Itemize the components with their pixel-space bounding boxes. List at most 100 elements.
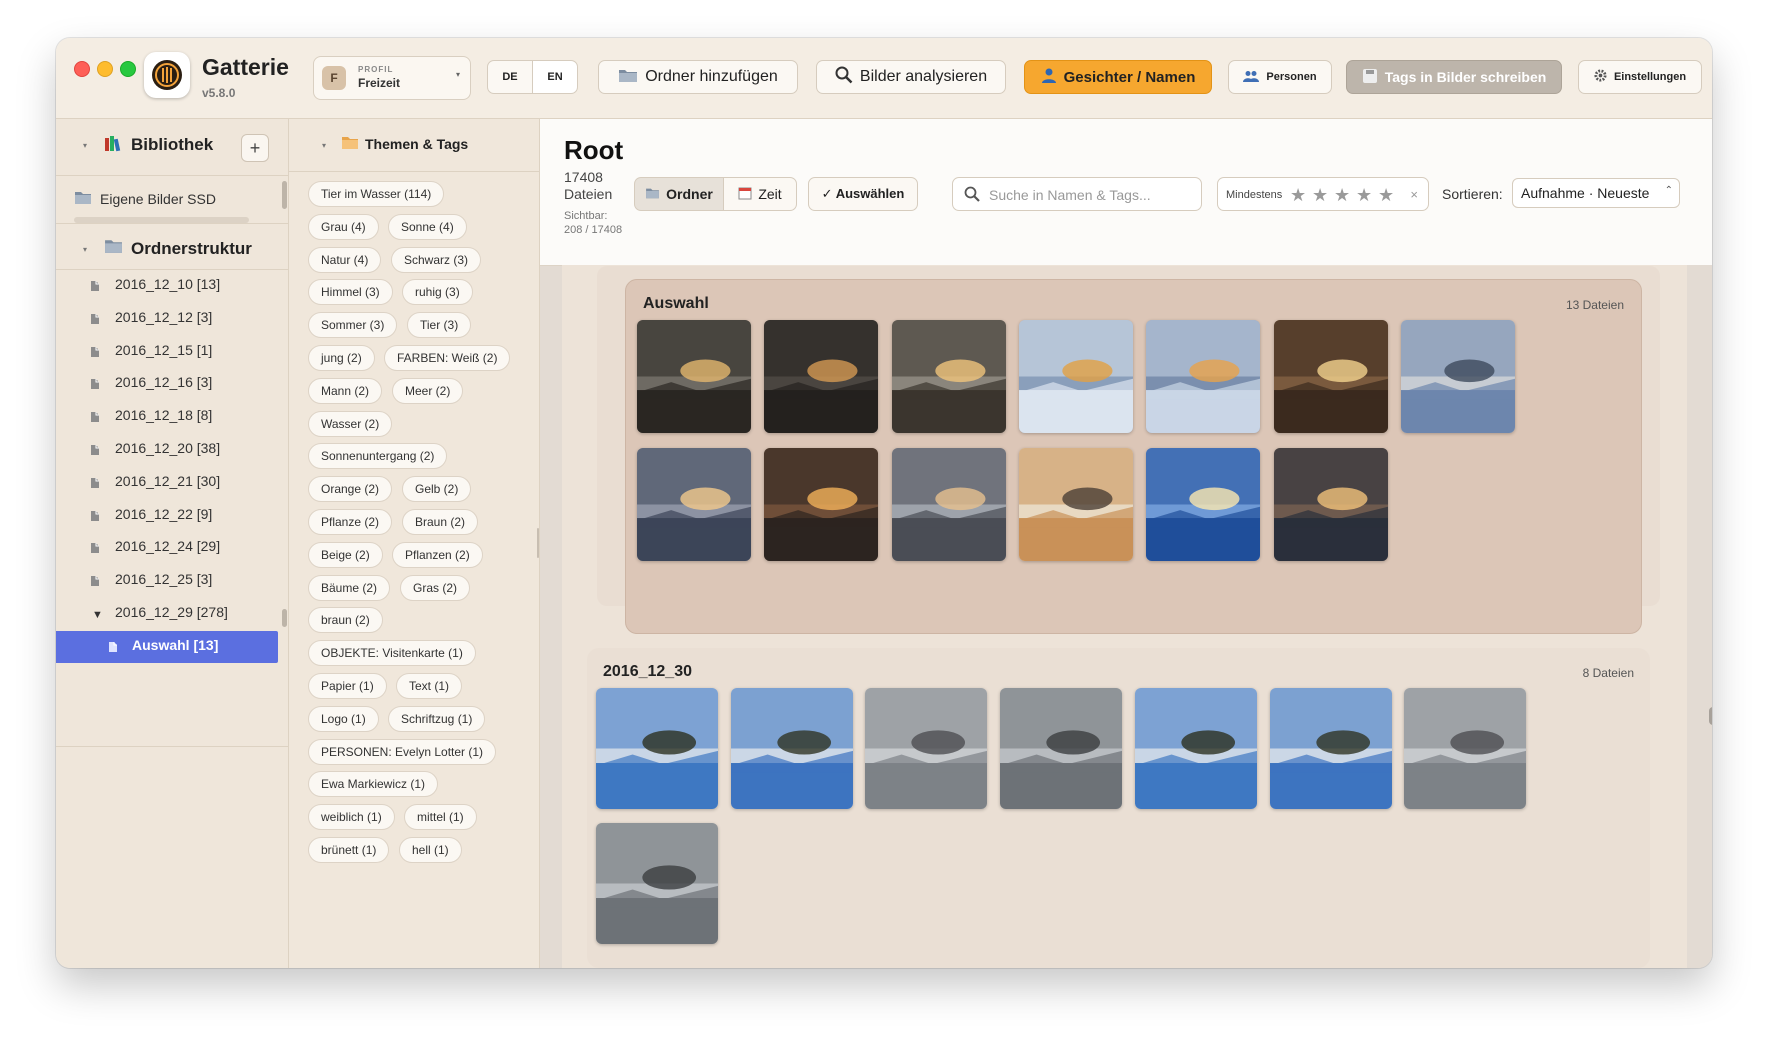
photo-thumbnail[interactable] [865,688,988,809]
search-input[interactable]: Suche in Namen & Tags... [952,177,1202,211]
scrollbar-thumb[interactable] [282,181,287,209]
folder-item[interactable]: 2016_12_20 [38] [56,434,288,464]
tags-section-header[interactable]: ▾ Themen & Tags [289,119,539,169]
photo-thumbnail[interactable] [730,688,853,809]
tag-chip[interactable]: Wasser (2) [308,410,393,437]
minimize-window-button[interactable] [97,61,113,77]
photo-thumbnail[interactable] [1273,320,1388,433]
profile-selector[interactable]: F PROFIL Freizeit ▾ [313,56,471,100]
folder-item[interactable]: 2016_12_21 [30] [56,467,288,497]
rating-filter[interactable]: Mindestens ★ ★ ★ ★ ★ × [1217,177,1429,211]
star-icon[interactable]: ★ [1312,186,1328,204]
tag-chip[interactable]: Braun (2) [402,509,479,535]
photo-thumbnail[interactable] [764,447,879,561]
view-folder-toggle[interactable]: Ordner [634,177,724,211]
folder-item[interactable]: 2016_12_10 [13] [56,270,288,300]
tag-chip[interactable]: Gelb (2) [402,476,472,503]
tag-chip[interactable]: Ewa Markiewicz (1) [308,771,439,798]
tag-chip[interactable]: Meer (2) [392,377,464,404]
tag-chip[interactable]: FARBEN: Weiß (2) [384,345,511,371]
tag-chip[interactable]: Beige (2) [308,541,383,568]
folder-item-selected[interactable]: Auswahl [13] [56,630,278,663]
photo-thumbnail[interactable] [1000,688,1123,809]
folder-item[interactable]: 2016_12_12 [3] [56,303,288,333]
star-icon[interactable]: ★ [1378,186,1394,204]
folder-item[interactable]: 2016_12_15 [1] [56,336,288,366]
folder-item[interactable]: 2016_12_24 [29] [56,532,288,562]
persons-button[interactable]: Personen [1228,60,1332,94]
photo-thumbnail[interactable] [637,447,751,561]
star-icon[interactable]: ★ [1356,186,1372,204]
tag-chip[interactable]: Natur (4) [308,246,382,273]
tag-chip[interactable]: Pflanze (2) [308,509,393,535]
tag-chip[interactable]: Sonne (4) [388,213,467,240]
view-time-toggle[interactable]: Zeit [723,177,797,211]
folder-section-header[interactable]: ▾ Ordnerstruktur [56,223,288,273]
tag-chip[interactable]: brünett (1) [308,837,390,863]
photo-thumbnail[interactable] [764,320,879,433]
tag-chip[interactable]: OBJEKTE: Visitenkarte (1) [308,640,476,667]
lang-en-button[interactable]: EN [532,60,578,94]
photo-thumbnail[interactable] [1018,320,1133,433]
folder-item[interactable]: ▼ 2016_12_29 [278] [56,598,288,628]
photo-thumbnail[interactable] [1273,447,1388,561]
photo-thumbnail[interactable] [891,447,1006,561]
tag-chip[interactable]: hell (1) [399,837,462,863]
photo-thumbnail[interactable] [1018,447,1133,561]
photo-thumbnail[interactable] [891,320,1006,433]
star-icon[interactable]: ★ [1290,186,1306,204]
tag-chip[interactable]: Tier (3) [407,312,472,339]
faces-names-button[interactable]: Gesichter / Namen [1024,60,1212,94]
panel-resize-handle[interactable] [537,528,539,558]
close-window-button[interactable] [74,61,90,77]
photo-thumbnail[interactable] [637,320,751,433]
folder-item[interactable]: 2016_12_25 [3] [56,565,288,595]
folder-item[interactable]: 2016_12_16 [3] [56,368,288,398]
sort-select[interactable]: Aufnahme · Neueste ⌃ [1512,178,1680,208]
select-button[interactable]: ✓ Auswählen [808,177,918,211]
photo-thumbnail[interactable] [1269,688,1392,809]
folder-item[interactable]: 2016_12_18 [8] [56,401,288,431]
scrollbar-thumb[interactable] [282,609,287,627]
zoom-window-button[interactable] [120,61,136,77]
tag-chip[interactable]: mittel (1) [404,804,477,831]
photo-thumbnail[interactable] [1146,320,1261,433]
tag-chip[interactable]: Orange (2) [308,476,393,503]
tag-chip[interactable]: Bäume (2) [308,574,391,601]
tag-chip[interactable]: Sonnenuntergang (2) [308,443,448,470]
star-icon[interactable]: ★ [1334,186,1350,204]
photo-thumbnail[interactable] [1146,447,1261,561]
photo-thumbnail[interactable] [596,688,718,809]
scrollbar-track[interactable] [1687,265,1712,968]
tag-chip[interactable]: Tier im Wasser (114) [308,181,445,207]
tag-chip[interactable]: Logo (1) [308,705,379,732]
write-tags-button[interactable]: Tags in Bilder schreiben [1346,60,1562,94]
tag-chip[interactable]: PERSONEN: Evelyn Lotter (1) [308,738,497,765]
tag-chip[interactable]: Schriftzug (1) [388,705,486,732]
tag-chip[interactable]: jung (2) [308,345,375,371]
photo-thumbnail[interactable] [1134,688,1257,809]
source-item[interactable]: Eigene Bilder SSD [56,181,288,217]
folder-item[interactable]: 2016_12_22 [9] [56,500,288,530]
clear-rating-icon[interactable]: × [1410,187,1418,202]
tag-chip[interactable]: braun (2) [308,607,383,634]
tag-chip[interactable]: ruhig (3) [402,279,473,306]
settings-button[interactable]: Einstellungen [1578,60,1702,94]
photo-thumbnail[interactable] [596,823,718,944]
tag-chip[interactable]: Pflanzen (2) [392,541,483,568]
tag-chip[interactable]: Gras (2) [400,574,471,601]
add-folder-button[interactable]: Ordner hinzufügen [598,60,798,94]
library-section-header[interactable]: ▾ Bibliothek + [56,119,288,169]
tag-chip[interactable]: Mann (2) [308,377,383,404]
add-library-button[interactable]: + [241,134,269,162]
photo-thumbnail[interactable] [1400,320,1515,433]
tag-chip[interactable]: Sommer (3) [308,312,398,339]
tag-chip[interactable]: Grau (4) [308,213,379,240]
scrollbar-thumb[interactable] [1709,707,1712,725]
tag-chip[interactable]: Schwarz (3) [391,246,482,273]
tag-chip[interactable]: weiblich (1) [308,804,395,831]
tag-chip[interactable]: Papier (1) [308,673,387,699]
analyze-button[interactable]: Bilder analysieren [816,60,1006,94]
tag-chip[interactable]: Text (1) [396,673,463,699]
tag-chip[interactable]: Himmel (3) [308,279,393,306]
